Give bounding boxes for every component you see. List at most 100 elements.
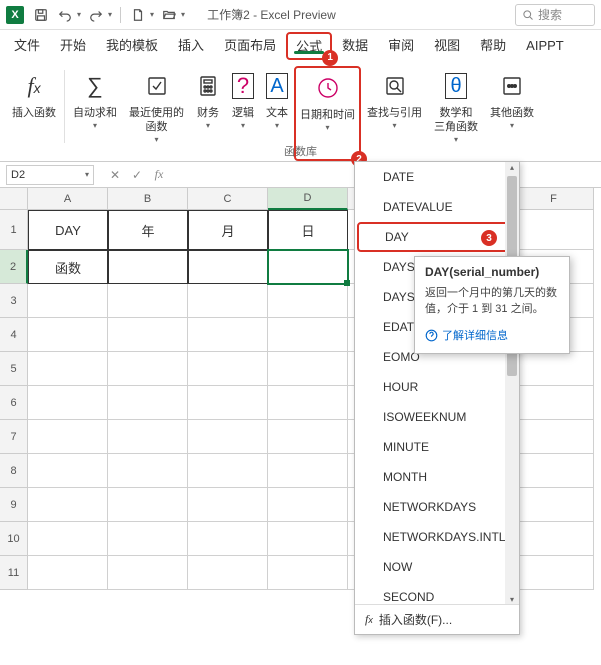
- cell[interactable]: [268, 386, 348, 420]
- cell[interactable]: [28, 454, 108, 488]
- tab-formula[interactable]: 公式 1: [286, 32, 332, 60]
- redo-dropdown-icon[interactable]: ▾: [108, 10, 112, 19]
- tab-review[interactable]: 审阅: [378, 30, 424, 62]
- cell[interactable]: [268, 352, 348, 386]
- cell[interactable]: [28, 318, 108, 352]
- cell-c2[interactable]: [188, 250, 268, 284]
- cell[interactable]: [268, 420, 348, 454]
- cell[interactable]: [268, 522, 348, 556]
- col-header-c[interactable]: C: [188, 188, 268, 210]
- row-header-11[interactable]: 11: [0, 556, 28, 590]
- cell[interactable]: [28, 352, 108, 386]
- enter-icon[interactable]: ✓: [130, 168, 144, 182]
- search-input[interactable]: 搜索: [515, 4, 595, 26]
- cell[interactable]: [188, 386, 268, 420]
- undo-dropdown-icon[interactable]: ▾: [77, 10, 81, 19]
- cell-a2[interactable]: 函数: [28, 250, 108, 284]
- row-header-8[interactable]: 8: [0, 454, 28, 488]
- cell[interactable]: [268, 284, 348, 318]
- new-file-dropdown-icon[interactable]: ▾: [150, 10, 154, 19]
- cell[interactable]: [108, 522, 188, 556]
- cell[interactable]: [108, 318, 188, 352]
- cell[interactable]: [28, 522, 108, 556]
- tab-help[interactable]: 帮助: [470, 30, 516, 62]
- tab-layout[interactable]: 页面布局: [214, 30, 286, 62]
- tab-templates[interactable]: 我的模板: [96, 30, 168, 62]
- cell-b2[interactable]: [108, 250, 188, 284]
- row-header-10[interactable]: 10: [0, 522, 28, 556]
- cell[interactable]: [108, 420, 188, 454]
- cell[interactable]: [514, 488, 594, 522]
- menu-item-month[interactable]: MONTH: [355, 462, 519, 492]
- cell[interactable]: [514, 352, 594, 386]
- cell[interactable]: [188, 284, 268, 318]
- cancel-icon[interactable]: ✕: [108, 168, 122, 182]
- undo-icon[interactable]: [54, 4, 76, 26]
- cell[interactable]: [108, 284, 188, 318]
- cell[interactable]: [514, 420, 594, 454]
- row-header-1[interactable]: 1: [0, 210, 28, 250]
- scrollbar[interactable]: ▴ ▾: [505, 162, 519, 604]
- row-header-9[interactable]: 9: [0, 488, 28, 522]
- cell[interactable]: [514, 386, 594, 420]
- select-all-triangle[interactable]: [0, 188, 28, 210]
- cell[interactable]: [188, 556, 268, 590]
- name-box[interactable]: D2 ▾: [6, 165, 94, 185]
- row-header-7[interactable]: 7: [0, 420, 28, 454]
- cell[interactable]: [188, 318, 268, 352]
- col-header-d[interactable]: D: [268, 188, 348, 210]
- tooltip-help-link[interactable]: 了解详细信息: [425, 327, 559, 343]
- menu-item-date[interactable]: DATE: [355, 162, 519, 192]
- row-header-3[interactable]: 3: [0, 284, 28, 318]
- col-header-b[interactable]: B: [108, 188, 188, 210]
- cell[interactable]: [514, 556, 594, 590]
- scroll-down-icon[interactable]: ▾: [507, 594, 517, 604]
- cell-f1[interactable]: [514, 210, 594, 250]
- tab-view[interactable]: 视图: [424, 30, 470, 62]
- cell-d1[interactable]: 日: [268, 210, 348, 250]
- cell[interactable]: [108, 556, 188, 590]
- tab-data[interactable]: 数据: [332, 30, 378, 62]
- menu-item-minute[interactable]: MINUTE: [355, 432, 519, 462]
- row-header-4[interactable]: 4: [0, 318, 28, 352]
- cell[interactable]: [108, 454, 188, 488]
- row-header-5[interactable]: 5: [0, 352, 28, 386]
- cell[interactable]: [268, 454, 348, 488]
- cell[interactable]: [28, 386, 108, 420]
- scroll-up-icon[interactable]: ▴: [507, 162, 517, 172]
- tab-home[interactable]: 开始: [50, 30, 96, 62]
- cell[interactable]: [28, 488, 108, 522]
- cell-a1[interactable]: DAY: [28, 210, 108, 250]
- cell[interactable]: [514, 522, 594, 556]
- menu-item-datevalue[interactable]: DATEVALUE: [355, 192, 519, 222]
- tab-file[interactable]: 文件: [4, 30, 50, 62]
- row-header-2[interactable]: 2: [0, 250, 28, 284]
- cell[interactable]: [514, 454, 594, 488]
- col-header-a[interactable]: A: [28, 188, 108, 210]
- cell[interactable]: [188, 522, 268, 556]
- col-header-f[interactable]: F: [514, 188, 594, 210]
- insert-function-menu-item[interactable]: fx 插入函数(F)...: [355, 604, 519, 634]
- cell-c1[interactable]: 月: [188, 210, 268, 250]
- menu-item-networkdays-intl[interactable]: NETWORKDAYS.INTL: [355, 522, 519, 552]
- cell[interactable]: [28, 556, 108, 590]
- cell-b1[interactable]: 年: [108, 210, 188, 250]
- open-dropdown-icon[interactable]: ▾: [181, 10, 185, 19]
- cell[interactable]: [28, 284, 108, 318]
- cell[interactable]: [28, 420, 108, 454]
- menu-item-day[interactable]: DAY3: [357, 222, 517, 252]
- save-icon[interactable]: [30, 4, 52, 26]
- cell[interactable]: [108, 352, 188, 386]
- cell[interactable]: [188, 352, 268, 386]
- cell-d2-active[interactable]: [268, 250, 348, 284]
- redo-icon[interactable]: [85, 4, 107, 26]
- menu-item-now[interactable]: NOW: [355, 552, 519, 582]
- menu-item-hour[interactable]: HOUR: [355, 372, 519, 402]
- cell[interactable]: [268, 488, 348, 522]
- open-folder-icon[interactable]: [158, 4, 180, 26]
- cell[interactable]: [188, 454, 268, 488]
- row-header-6[interactable]: 6: [0, 386, 28, 420]
- cell[interactable]: [268, 556, 348, 590]
- menu-item-networkdays[interactable]: NETWORKDAYS: [355, 492, 519, 522]
- tab-insert[interactable]: 插入: [168, 30, 214, 62]
